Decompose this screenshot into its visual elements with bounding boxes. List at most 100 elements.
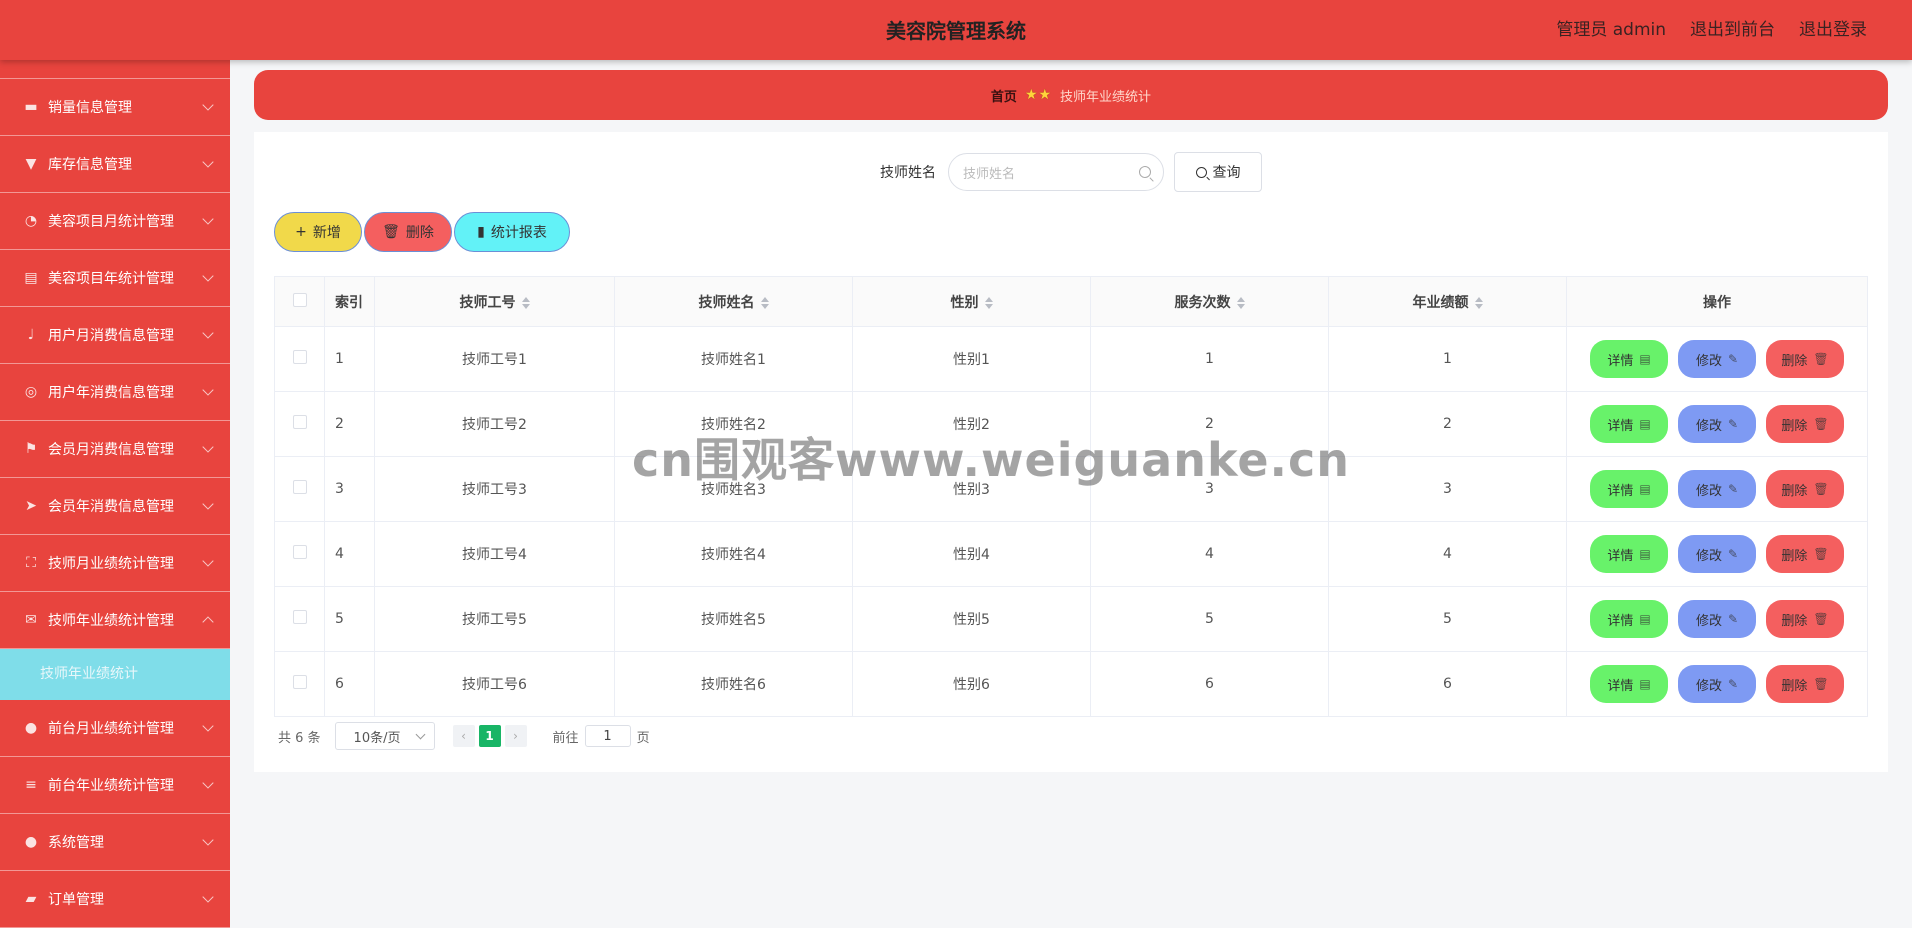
sidebar-item-label: 用户年消费信息管理: [48, 385, 174, 401]
remove-button[interactable]: 删除 🗑: [1766, 340, 1844, 378]
cell-amount: 3: [1328, 456, 1567, 522]
table-row: 1 技师工号1 技师姓名1 性别1 1 1 详情 ▤ 修改 ✎ 删除 🗑: [274, 326, 1868, 392]
sidebar-item[interactable]: ⚑ 会员月消费信息管理: [0, 421, 230, 478]
row-checkbox-cell[interactable]: [274, 391, 325, 457]
edit-button[interactable]: 修改 ✎: [1678, 405, 1756, 443]
select-all-checkbox-cell[interactable]: [274, 276, 325, 327]
delete-button[interactable]: 🗑 删除: [364, 212, 452, 252]
col-gender-label: 性别: [950, 294, 979, 311]
row-checkbox[interactable]: [292, 610, 307, 624]
sort-icon[interactable]: [760, 296, 769, 310]
sidebar-item[interactable]: ♩ 用户月消费信息管理: [0, 307, 230, 364]
sidebar-item[interactable]: ◔ 美容项目月统计管理: [0, 193, 230, 250]
select-all-checkbox[interactable]: [292, 292, 307, 307]
trash-icon: 🗑: [1813, 547, 1829, 561]
sidebar-item[interactable]: ▤ 美容项目年统计管理: [0, 250, 230, 307]
detail-button[interactable]: 详情 ▤: [1590, 470, 1668, 508]
sidebar-item[interactable]: ▰ 订单管理: [0, 871, 230, 928]
breadcrumb-current: 技师年业绩统计: [1060, 89, 1152, 105]
sidebar-item[interactable]: ≡ 前台年业绩统计管理: [0, 757, 230, 814]
row-checkbox-cell[interactable]: [274, 586, 325, 652]
sidebar-item-label: 库存信息管理: [48, 157, 132, 173]
remove-button[interactable]: 删除 🗑: [1766, 470, 1844, 508]
cell-id: 技师工号4: [374, 521, 615, 587]
search-input[interactable]: 技师姓名: [948, 153, 1164, 191]
edit-button[interactable]: 修改 ✎: [1678, 470, 1756, 508]
remove-button[interactable]: 删除 🗑: [1766, 665, 1844, 703]
query-button[interactable]: 查询: [1174, 152, 1262, 192]
remove-button-label: 删除: [1781, 353, 1808, 369]
data-table: 索引 技师工号 技师姓名 性别 服务次数 年业绩额 操作 1 技师工号1 技师姓名1…: [274, 276, 1868, 717]
sidebar-item-label: 会员月消费信息管理: [48, 442, 174, 458]
col-id[interactable]: 技师工号: [374, 276, 615, 327]
row-checkbox[interactable]: [292, 545, 307, 559]
row-checkbox[interactable]: [292, 350, 307, 364]
row-checkbox-cell[interactable]: [274, 456, 325, 522]
page-number-current[interactable]: 1: [478, 725, 501, 747]
row-checkbox-cell[interactable]: [274, 651, 325, 717]
sidebar-item-label: 会员年消费信息管理: [48, 499, 174, 515]
row-checkbox[interactable]: [292, 480, 307, 494]
col-count[interactable]: 服务次数: [1090, 276, 1329, 327]
table-body: 1 技师工号1 技师姓名1 性别1 1 1 详情 ▤ 修改 ✎ 删除 🗑 2 技师工号2 技师姓名2 性别2 2…: [274, 326, 1868, 717]
row-checkbox-cell[interactable]: [274, 521, 325, 587]
logout-link[interactable]: 退出登录: [1799, 0, 1867, 60]
next-page-button[interactable]: ›: [504, 725, 527, 747]
sort-icon[interactable]: [521, 296, 530, 310]
detail-button[interactable]: 详情 ▤: [1590, 405, 1668, 443]
goto-page-input[interactable]: 1: [584, 725, 631, 747]
sidebar-item[interactable]: ◎ 用户年消费信息管理: [0, 364, 230, 421]
edit-button[interactable]: 修改 ✎: [1678, 665, 1756, 703]
row-checkbox[interactable]: [292, 415, 307, 429]
detail-button[interactable]: 详情 ▤: [1590, 535, 1668, 573]
report-button[interactable]: ▮ 统计报表: [454, 212, 570, 252]
edit-button[interactable]: 修改 ✎: [1678, 600, 1756, 638]
cell-ops: 详情 ▤ 修改 ✎ 删除 🗑: [1566, 456, 1868, 522]
col-gender[interactable]: 性别: [852, 276, 1091, 327]
cell-gender: 性别3: [852, 456, 1091, 522]
sidebar-item[interactable]: ➤ 会员年消费信息管理: [0, 478, 230, 535]
sidebar-item[interactable]: ✉ 技师年业绩统计管理: [0, 592, 230, 649]
chevron-down-icon: [202, 384, 214, 396]
sidebar-item[interactable]: ▼ 库存信息管理: [0, 136, 230, 193]
sidebar-item[interactable]: ● 系统管理: [0, 814, 230, 871]
sidebar-subitem-active[interactable]: 技师年业绩统计: [0, 649, 230, 700]
remove-button[interactable]: 删除 🗑: [1766, 405, 1844, 443]
chevron-down-icon: [202, 213, 214, 225]
row-checkbox[interactable]: [292, 675, 307, 689]
col-amount[interactable]: 年业绩额: [1328, 276, 1567, 327]
document-icon: ▤: [1639, 612, 1651, 626]
add-button[interactable]: + 新增: [274, 212, 362, 252]
remove-button[interactable]: 删除 🗑: [1766, 535, 1844, 573]
prev-page-button[interactable]: ‹: [452, 725, 475, 747]
front-link[interactable]: 退出到前台: [1690, 0, 1775, 60]
cell-count: 6: [1090, 651, 1329, 717]
add-button-label: 新增: [312, 225, 341, 241]
page-size-select[interactable]: 10条/页: [334, 722, 435, 750]
remove-button-label: 删除: [1781, 483, 1808, 499]
sidebar-item-label: 美容项目月统计管理: [48, 214, 174, 230]
col-name[interactable]: 技师姓名: [614, 276, 853, 327]
edit-button[interactable]: 修改 ✎: [1678, 340, 1756, 378]
sidebar-item-label: 美容项目年统计管理: [48, 271, 174, 287]
breadcrumb-home[interactable]: 首页: [991, 86, 1017, 105]
search-bar: 技师姓名 技师姓名 查询: [254, 152, 1888, 192]
detail-button[interactable]: 详情 ▤: [1590, 340, 1668, 378]
col-id-label: 技师工号: [459, 294, 516, 311]
sidebar-item[interactable]: ● 前台月业绩统计管理: [0, 700, 230, 757]
chevron-down-icon: [202, 327, 214, 339]
sidebar-item[interactable]: ▬ 销量信息管理: [0, 79, 230, 136]
sidebar-item[interactable]: ⛶ 技师月业绩统计管理: [0, 535, 230, 592]
sort-icon[interactable]: [1236, 296, 1245, 310]
cell-gender: 性别5: [852, 586, 1091, 652]
edit-button[interactable]: 修改 ✎: [1678, 535, 1756, 573]
remove-button[interactable]: 删除 🗑: [1766, 600, 1844, 638]
col-amount-label: 年业绩额: [1412, 294, 1469, 311]
detail-button[interactable]: 详情 ▤: [1590, 600, 1668, 638]
detail-button[interactable]: 详情 ▤: [1590, 665, 1668, 703]
row-checkbox-cell[interactable]: [274, 326, 325, 392]
sort-icon[interactable]: [984, 296, 993, 310]
cell-name: 技师姓名5: [614, 586, 853, 652]
sort-icon[interactable]: [1474, 296, 1483, 310]
cell-name: 技师姓名4: [614, 521, 853, 587]
